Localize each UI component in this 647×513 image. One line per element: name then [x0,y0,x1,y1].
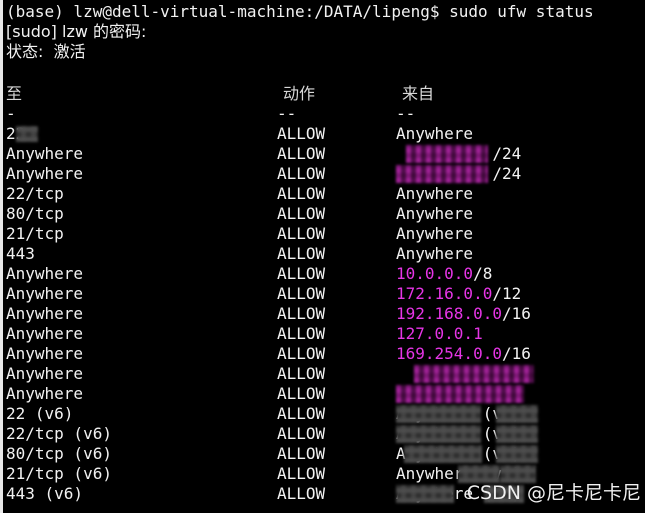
rule-action: ALLOW [277,444,326,463]
table-row: Anywhere ALLOW /24 [0,164,647,184]
shell-prompt-line: (base) lzw@dell-virtual-machine:/DATA/li… [6,2,594,21]
rule-to: 80/tcp (v6) [6,444,112,463]
rule-from-address [396,144,492,163]
table-row: Anywhere ALLOW 169.254.0.0/16 [0,344,647,364]
rule-from: Anywhere [396,224,474,243]
rule-to: Anywhere [6,344,84,363]
table-row: 22 ALLOW Anywhere [0,124,647,144]
table-header-row: 至 动作 来自 [0,84,647,104]
rule-action: ALLOW [277,384,326,403]
table-row: Anywhere ALLOW [0,364,647,384]
rule-action: ALLOW [277,244,326,263]
table-row: 21/tcp ALLOW Anywhere [0,224,647,244]
rule-action: ALLOW [277,364,326,383]
rule-action: ALLOW [277,304,326,323]
rule-from: Anywhere (v6) [396,464,522,483]
rule-from: /24 [396,144,521,164]
rule-from-cidr: /24 [492,164,522,183]
rule-action: ALLOW [277,124,326,143]
rule-to: Anywhere [6,164,84,183]
rule-to: 22 (v6) [6,404,74,423]
rule-from-address: 169.254.0.0 [396,344,502,363]
rule-from-address: 172.16.0.0 [396,284,493,303]
rule-to: 21/tcp (v6) [6,464,112,483]
table-row: Anywhere ALLOW 192.168.0.0/16 [0,304,647,324]
table-row: 21/tcp (v6) ALLOW Anywhere (v6) [0,464,647,484]
rule-from: 127.0.0.1 [396,324,483,344]
rule-action: ALLOW [277,424,326,443]
table-row: 22/tcp (v6) ALLOW Anywhere (v6) [0,424,647,444]
rule-from: Anywhere [396,124,474,143]
rule-action: ALLOW [277,184,326,203]
rule-from: 172.16.0.0/12 [396,284,521,304]
rule-action: ALLOW [277,324,326,343]
rule-to: 22/tcp [6,184,64,203]
sudo-password-prompt: [sudo] lzw 的密码: [6,22,147,41]
rule-to: 22 [6,124,26,143]
rule-to: 443 (v6) [6,484,84,503]
rule-from-address: 192.168.0.0 [396,304,502,323]
table-row: 22/tcp ALLOW Anywhere [0,184,647,204]
rule-to: Anywhere [6,304,84,323]
separator-to: - [6,104,16,123]
table-row: Anywhere ALLOW [0,384,647,404]
rule-action: ALLOW [277,164,326,183]
header-action: 动作 [283,84,316,103]
rule-from-cidr: /8 [473,264,493,283]
rule-action: ALLOW [277,464,326,483]
table-separator-row: - -- -- [0,104,647,124]
rule-action: ALLOW [277,284,326,303]
rule-to: Anywhere [6,144,84,163]
rule-action: ALLOW [277,404,326,423]
rule-from: Anywhere (v6) [396,444,522,463]
rule-to: Anywhere [6,384,84,403]
separator-action: -- [277,104,297,123]
rule-from-cidr: /16 [501,304,531,323]
rule-from-cidr: /12 [492,284,522,303]
rule-to: Anywhere [6,284,84,303]
rule-to: 22/tcp (v6) [6,424,112,443]
ufw-status-line: 状态: 激活 [6,42,86,61]
rule-from: Anywhere (v6) [396,404,522,423]
rule-from-cidr: /16 [501,344,531,363]
rule-from-address: 127.0.0.1 [396,324,483,343]
rule-to: Anywhere [6,264,84,283]
table-row: 80/tcp ALLOW Anywhere [0,204,647,224]
rule-to: 443 [6,244,35,263]
rule-from-address: 10.0.0.0 [396,264,474,283]
table-row: 443 ALLOW Anywhere [0,244,647,264]
rule-action: ALLOW [277,344,326,363]
rule-action: ALLOW [277,264,326,283]
rule-from: /24 [396,164,521,184]
rule-from: 192.168.0.0/16 [396,304,531,324]
rule-from-cidr: /24 [492,144,522,163]
rule-from: Anywhere (v6) [396,424,522,443]
separator-from: -- [396,104,416,123]
rule-from: 10.0.0.0/8 [396,264,492,284]
rule-from-address [396,164,492,183]
rule-action: ALLOW [277,484,326,503]
header-from: 来自 [402,84,435,103]
rule-action: ALLOW [277,204,326,223]
table-row: Anywhere ALLOW 10.0.0.0/8 [0,264,647,284]
rule-from: 169.254.0.0/16 [396,344,531,364]
rule-from: Anywhere [396,204,474,223]
rule-from: Anywhere [396,244,474,263]
csdn-watermark: CSDN @尼卡尼卡尼 [466,482,641,504]
header-to: 至 [6,84,23,103]
rule-to: 21/tcp [6,224,64,243]
rule-from: Anywhere [396,184,474,203]
table-row: 80/tcp (v6) ALLOW Anywhere (v6) [0,444,647,464]
table-row: Anywhere ALLOW 172.16.0.0/12 [0,284,647,304]
rule-to: 80/tcp [6,204,64,223]
terminal-window[interactable]: (base) lzw@dell-virtual-machine:/DATA/li… [0,0,647,513]
table-row: Anywhere ALLOW /24 [0,144,647,164]
table-row: Anywhere ALLOW 127.0.0.1 [0,324,647,344]
table-row: 22 (v6) ALLOW Anywhere (v6) [0,404,647,424]
rule-action: ALLOW [277,144,326,163]
rule-to: Anywhere [6,364,84,383]
rule-action: ALLOW [277,224,326,243]
rule-to: Anywhere [6,324,84,343]
